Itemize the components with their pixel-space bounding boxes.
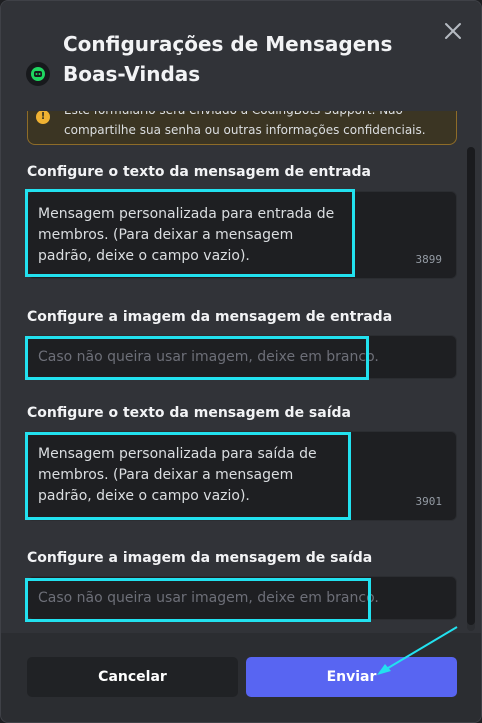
leave-image-placeholder: Caso não queira usar imagem, deixe em br… [38, 590, 379, 606]
modal-footer: Cancelar Enviar [1, 633, 481, 722]
close-button[interactable] [439, 17, 467, 45]
leave-image-field[interactable]: Caso não queira usar imagem, deixe em br… [27, 576, 457, 620]
leave-text-field[interactable]: Mensagem personalizada para saída de mem… [27, 431, 457, 521]
security-notice: ! Este formulário será enviado a CodingB… [27, 111, 457, 145]
cancel-button[interactable]: Cancelar [27, 657, 238, 697]
leave-text-label: Configure o texto da mensagem de saída [27, 405, 351, 421]
leave-image-label: Configure a imagem da mensagem de saída [27, 550, 373, 566]
notice-text: Este formulário será enviado a CodingBot… [64, 111, 426, 137]
form-body[interactable]: ! Este formulário será enviado a CodingB… [1, 111, 481, 633]
modal-title: Configurações de Mensagens Boas-Vindas [63, 32, 393, 86]
modal-header: Configurações de Mensagens Boas-Vindas [1, 1, 481, 111]
app-icon [26, 62, 50, 86]
close-icon [445, 23, 461, 39]
submit-button[interactable]: Enviar [246, 657, 457, 697]
join-image-placeholder: Caso não queira usar imagem, deixe em br… [38, 349, 379, 365]
join-image-field[interactable]: Caso não queira usar imagem, deixe em br… [27, 335, 457, 379]
join-text-value: Mensagem personalizada para entrada de m… [38, 206, 335, 264]
join-text-counter: 3899 [415, 253, 443, 266]
join-image-label: Configure a imagem da mensagem de entrad… [27, 309, 393, 325]
scrollbar-thumb[interactable] [467, 147, 475, 625]
warning-icon: ! [36, 111, 50, 124]
join-text-label: Configure o texto da mensagem de entrada [27, 164, 371, 180]
welcome-messages-modal: ! Este formulário será enviado a CodingB… [0, 0, 482, 723]
join-text-field[interactable]: Mensagem personalizada para entrada de m… [27, 191, 457, 279]
leave-text-value: Mensagem personalizada para saída de mem… [38, 446, 317, 504]
leave-text-counter: 3901 [415, 495, 443, 508]
